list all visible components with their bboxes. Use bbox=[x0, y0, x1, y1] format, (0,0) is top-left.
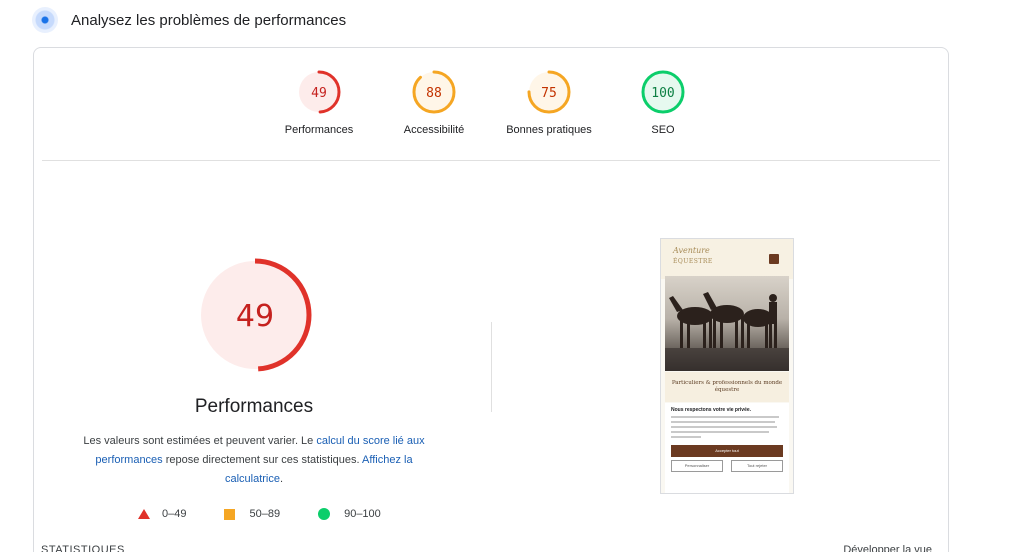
square-icon bbox=[224, 508, 236, 520]
expand-view-link[interactable]: Développer la vue bbox=[843, 544, 932, 552]
main-gauge-score: 49 bbox=[236, 299, 274, 334]
cookie-title: Nous respectons votre vie privée. bbox=[671, 407, 752, 413]
gauge-label: Bonnes pratiques bbox=[506, 124, 592, 136]
menu-icon bbox=[769, 254, 779, 264]
accept-all-button: Accepter tout bbox=[671, 445, 783, 457]
performance-description: Les valeurs sont estimées et peuvent var… bbox=[74, 432, 434, 489]
gauge-accessibilite[interactable]: 88 Accessibilité bbox=[374, 68, 494, 136]
gauge-performances[interactable]: 49 Performances bbox=[259, 68, 379, 136]
gauge-score: 100 bbox=[651, 86, 674, 101]
gauge-bonnes-pratiques[interactable]: 75 Bonnes pratiques bbox=[489, 68, 609, 136]
customize-button: Personnaliser bbox=[671, 460, 723, 472]
desc-text: repose directement sur ces statistiques. bbox=[162, 454, 363, 466]
page-header: Analysez les problèmes de performances bbox=[32, 6, 346, 34]
gauge-label: SEO bbox=[651, 124, 675, 136]
gauge-score: 88 bbox=[426, 86, 442, 101]
legend-item-fail: 0–49 bbox=[138, 508, 186, 520]
vertical-divider bbox=[491, 322, 492, 412]
text-line bbox=[671, 426, 777, 428]
text-line bbox=[671, 436, 701, 438]
text-line bbox=[671, 421, 775, 423]
cookie-buttons: Personnaliser Tout rejeter bbox=[671, 460, 783, 472]
gauge-ring: 88 bbox=[412, 70, 456, 114]
text-line bbox=[671, 431, 769, 433]
circle-icon bbox=[318, 508, 331, 520]
category-gauges: 49 Performances 88 Accessibilité 75 Bonn… bbox=[34, 68, 948, 148]
score-legend: 0–49 50–89 90–100 bbox=[138, 508, 419, 520]
legend-range: 90–100 bbox=[344, 508, 381, 520]
section-divider bbox=[42, 160, 940, 161]
gauge-label: Accessibilité bbox=[403, 124, 465, 136]
legend-item-average: 50–89 bbox=[224, 508, 280, 520]
performance-title: Performances bbox=[194, 396, 314, 417]
gauge-ring: 49 bbox=[297, 70, 341, 114]
site-logo-sub: ÉQUESTRE bbox=[673, 258, 713, 265]
audit-icon bbox=[32, 7, 58, 33]
reject-all-button: Tout rejeter bbox=[731, 460, 783, 472]
page-screenshot-thumbnail[interactable]: Aventure ÉQUESTRE Particuliers & profess… bbox=[660, 238, 794, 494]
site-header: Aventure ÉQUESTRE bbox=[661, 239, 793, 279]
triangle-icon bbox=[138, 509, 150, 519]
legend-item-pass: 90–100 bbox=[318, 508, 381, 520]
gauge-score: 49 bbox=[311, 86, 327, 101]
cookie-banner: Nous respectons votre vie privée. Accept… bbox=[665, 403, 789, 493]
legend-range: 50–89 bbox=[249, 508, 281, 520]
text-line bbox=[671, 416, 779, 418]
report-card: 49 Performances 88 Accessibilité 75 Bonn… bbox=[33, 47, 949, 552]
gauge-score: 75 bbox=[541, 86, 557, 101]
horses-silhouette bbox=[665, 292, 789, 371]
statistics-heading: STATISTIQUES bbox=[41, 544, 125, 552]
page-title: Analysez les problèmes de performances bbox=[71, 11, 347, 29]
performance-score-gauge: 49 bbox=[198, 258, 312, 372]
legend-range: 0–49 bbox=[162, 508, 187, 520]
gauge-ring: 75 bbox=[527, 70, 571, 114]
site-tagline: Particuliers & professionnels du monde é… bbox=[665, 372, 789, 402]
gauge-ring: 100 bbox=[641, 70, 685, 114]
gauge-seo[interactable]: 100 SEO bbox=[603, 68, 723, 136]
hero-image bbox=[665, 276, 789, 371]
desc-text: . bbox=[279, 473, 284, 485]
site-logo: Aventure bbox=[673, 246, 710, 255]
desc-text: Les valeurs sont estimées et peuvent var… bbox=[83, 435, 317, 447]
gauge-label: Performances bbox=[284, 124, 354, 136]
